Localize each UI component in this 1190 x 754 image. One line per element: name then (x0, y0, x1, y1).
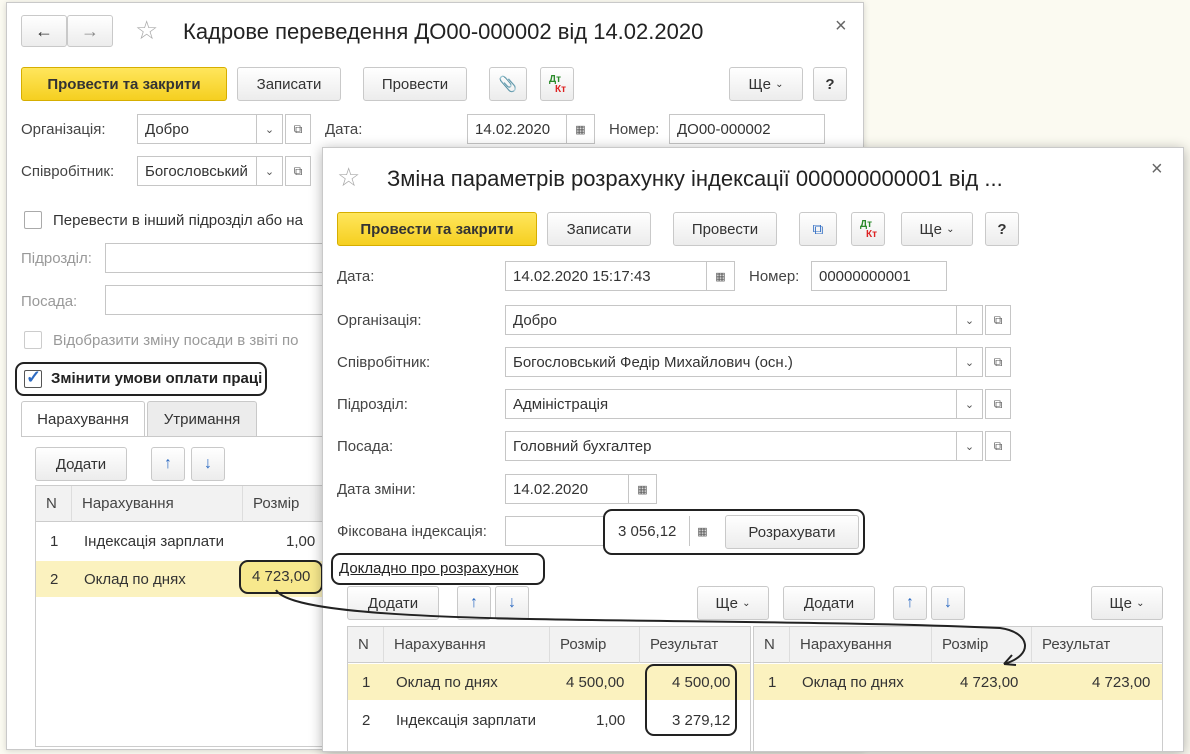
connector-arrow (275, 589, 1026, 666)
